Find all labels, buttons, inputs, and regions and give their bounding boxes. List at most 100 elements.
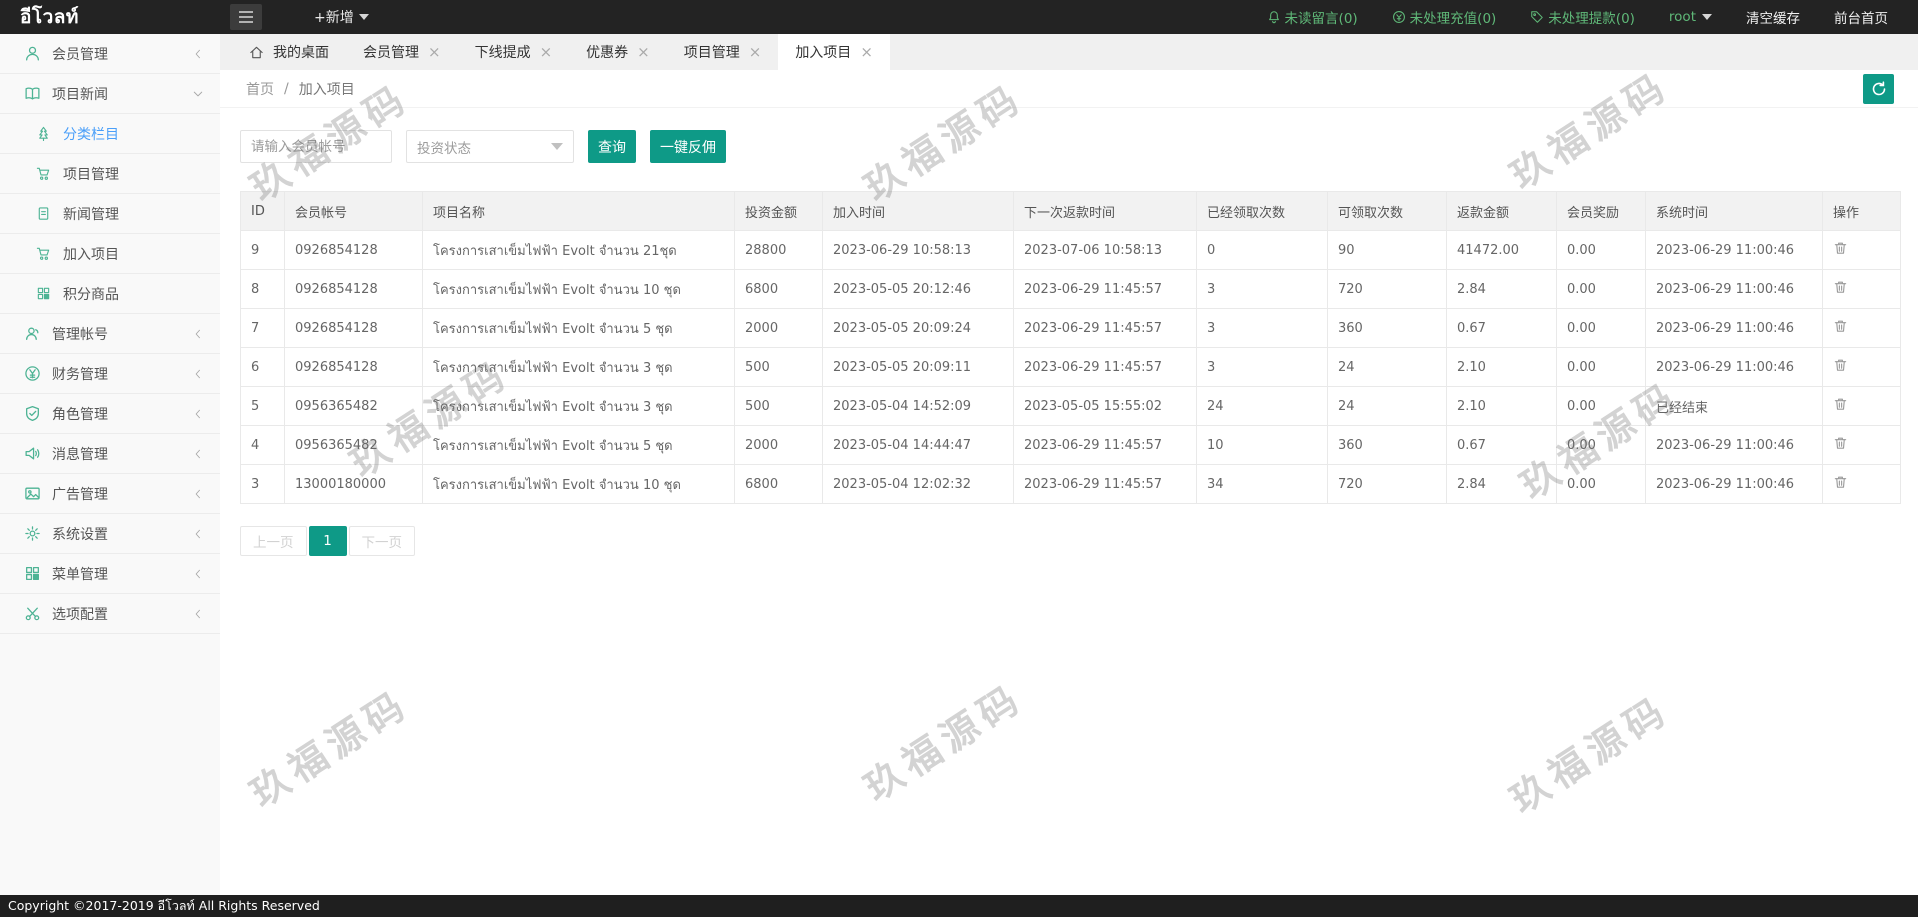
sidebar-item-新闻管理[interactable]: 新闻管理 — [0, 194, 220, 234]
column-header-下一次返款时间: 下一次返款时间 — [1014, 192, 1197, 231]
sidebar-item-label: 角色管理 — [52, 404, 108, 424]
table-cell: 0.00 — [1557, 465, 1646, 504]
table-row: 70926854128โครงการเสาเข็มไฟฟ้า Evolt จำน… — [241, 309, 1901, 348]
tab-加入项目[interactable]: 加入项目× — [778, 34, 890, 70]
sidebar-item-会员管理[interactable]: 会员管理 — [0, 34, 220, 74]
top-header: อีโวลท์ +新增 未读留言(0)未处理充值(0)未处理提款(0) root… — [0, 0, 1918, 34]
table-cell: 0.00 — [1557, 270, 1646, 309]
actions-cell — [1823, 387, 1901, 426]
document-icon — [36, 206, 51, 221]
sidebar-item-角色管理[interactable]: 角色管理 — [0, 394, 220, 434]
table-cell: 3 — [1197, 309, 1328, 348]
table-cell: 4 — [241, 426, 285, 465]
chevron-left-icon — [192, 568, 204, 580]
clear-cache-link[interactable]: 清空缓存 — [1746, 7, 1800, 27]
withdraw-tag-icon — [1530, 10, 1544, 24]
sidebar-item-菜单管理[interactable]: 菜单管理 — [0, 554, 220, 594]
footer-bar: Copyright ©2017-2019 อีโวลท์ All Rights … — [0, 895, 1918, 917]
actions-cell — [1823, 465, 1901, 504]
sidebar-item-加入项目[interactable]: 加入项目 — [0, 234, 220, 274]
sidebar-item-label: 选项配置 — [52, 604, 108, 624]
table-cell: 2023-05-05 15:55:02 — [1014, 387, 1197, 426]
tab-会员管理[interactable]: 会员管理× — [346, 34, 458, 70]
table-row: 313000180000โครงการเสาเข็มไฟฟ้า Evolt จำ… — [241, 465, 1901, 504]
add-new-label: +新增 — [314, 7, 354, 27]
breadcrumb-home[interactable]: 首页 — [246, 79, 274, 99]
table-cell: 2.10 — [1447, 348, 1557, 387]
close-icon[interactable]: × — [540, 45, 553, 60]
trash-icon[interactable] — [1833, 318, 1848, 334]
close-icon[interactable]: × — [428, 45, 441, 60]
sidebar-item-项目新闻[interactable]: 项目新闻 — [0, 74, 220, 114]
table-cell: 720 — [1328, 465, 1447, 504]
search-button[interactable]: 查询 — [588, 130, 636, 163]
sidebar-item-系统设置[interactable]: 系统设置 — [0, 514, 220, 554]
tab-下线提成[interactable]: 下线提成× — [458, 34, 570, 70]
sidebar-item-项目管理[interactable]: 项目管理 — [0, 154, 220, 194]
recharge-icon — [1392, 10, 1406, 24]
next-page-button[interactable]: 下一页 — [349, 526, 416, 556]
notification-link[interactable]: 未处理充值(0) — [1392, 7, 1497, 27]
trash-icon[interactable] — [1833, 279, 1848, 295]
notification-label: 未处理提款(0) — [1548, 7, 1635, 27]
sidebar-item-积分商品[interactable]: 积分商品 — [0, 274, 220, 314]
one-key-rebate-button[interactable]: 一键反佣 — [650, 130, 726, 163]
close-icon[interactable]: × — [637, 45, 650, 60]
table-cell: 0956365482 — [285, 387, 423, 426]
add-new-button[interactable]: +新增 — [314, 7, 369, 27]
tab-项目管理[interactable]: 项目管理× — [667, 34, 779, 70]
sidebar-item-分类栏目[interactable]: 分类栏目 — [0, 114, 220, 154]
close-icon[interactable]: × — [860, 45, 873, 60]
column-header-返款金额: 返款金额 — [1447, 192, 1557, 231]
table-cell: 0926854128 — [285, 270, 423, 309]
table-cell: โครงการเสาเข็มไฟฟ้า Evolt จำนวน 3 ชุด — [423, 387, 735, 426]
trash-icon[interactable] — [1833, 396, 1848, 412]
sidebar-item-财务管理[interactable]: 财务管理 — [0, 354, 220, 394]
sidebar-item-选项配置[interactable]: 选项配置 — [0, 594, 220, 634]
table-cell: 0926854128 — [285, 348, 423, 387]
tab-我的桌面[interactable]: 我的桌面 — [232, 34, 346, 70]
sidebar-item-消息管理[interactable]: 消息管理 — [0, 434, 220, 474]
table-cell: 360 — [1328, 309, 1447, 348]
bell-icon — [1267, 10, 1281, 24]
sidebar-item-广告管理[interactable]: 广告管理 — [0, 474, 220, 514]
trash-icon[interactable] — [1833, 357, 1848, 373]
sidebar-toggle-button[interactable] — [230, 4, 262, 30]
pagination: 上一页 1 下一页 — [240, 526, 1898, 556]
trash-icon[interactable] — [1833, 240, 1848, 256]
gear-icon — [24, 525, 41, 542]
table-cell: 0.00 — [1557, 426, 1646, 465]
trash-icon[interactable] — [1833, 435, 1848, 451]
current-page-button[interactable]: 1 — [309, 526, 347, 556]
trash-icon[interactable] — [1833, 474, 1848, 490]
table-cell: 0.67 — [1447, 309, 1557, 348]
copyright-text: Copyright ©2017-2019 อีโวลท์ All Rights … — [8, 896, 320, 916]
notification-link[interactable]: 未处理提款(0) — [1530, 7, 1635, 27]
sidebar-item-管理帐号[interactable]: 管理帐号 — [0, 314, 220, 354]
table-cell: โครงการเสาเข็มไฟฟ้า Evolt จำนวน 3 ชุด — [423, 348, 735, 387]
front-home-link[interactable]: 前台首页 — [1834, 7, 1888, 27]
tree-icon — [36, 126, 51, 141]
refresh-button[interactable] — [1863, 74, 1894, 104]
table-cell: 0.00 — [1557, 387, 1646, 426]
table-cell: 已经结束 — [1646, 387, 1823, 426]
sidebar-item-label: 消息管理 — [52, 444, 108, 464]
table-cell: 6800 — [735, 270, 823, 309]
close-icon[interactable]: × — [749, 45, 762, 60]
user-dropdown[interactable]: root — [1669, 9, 1712, 25]
table-cell: 2023-06-29 11:45:57 — [1014, 270, 1197, 309]
join-project-table: ID会员帐号项目名称投资金额加入时间下一次返款时间已经领取次数可领取次数返款金额… — [240, 191, 1901, 504]
notification-link[interactable]: 未读留言(0) — [1267, 7, 1358, 27]
member-account-input[interactable] — [240, 130, 392, 163]
main-area: 我的桌面会员管理×下线提成×优惠券×项目管理×加入项目× 首页 / 加入项目 投… — [220, 34, 1918, 895]
actions-cell — [1823, 309, 1901, 348]
username: root — [1669, 9, 1696, 25]
prev-page-button[interactable]: 上一页 — [240, 526, 307, 556]
table-cell: 2023-06-29 10:58:13 — [823, 231, 1014, 270]
breadcrumb: 首页 / 加入项目 — [246, 79, 355, 99]
tab-优惠券[interactable]: 优惠券× — [569, 34, 667, 70]
column-header-会员奖励: 会员奖励 — [1557, 192, 1646, 231]
table-cell: 2023-06-29 11:00:46 — [1646, 231, 1823, 270]
invest-status-select[interactable]: 投资状态 — [406, 130, 574, 163]
table-cell: 28800 — [735, 231, 823, 270]
